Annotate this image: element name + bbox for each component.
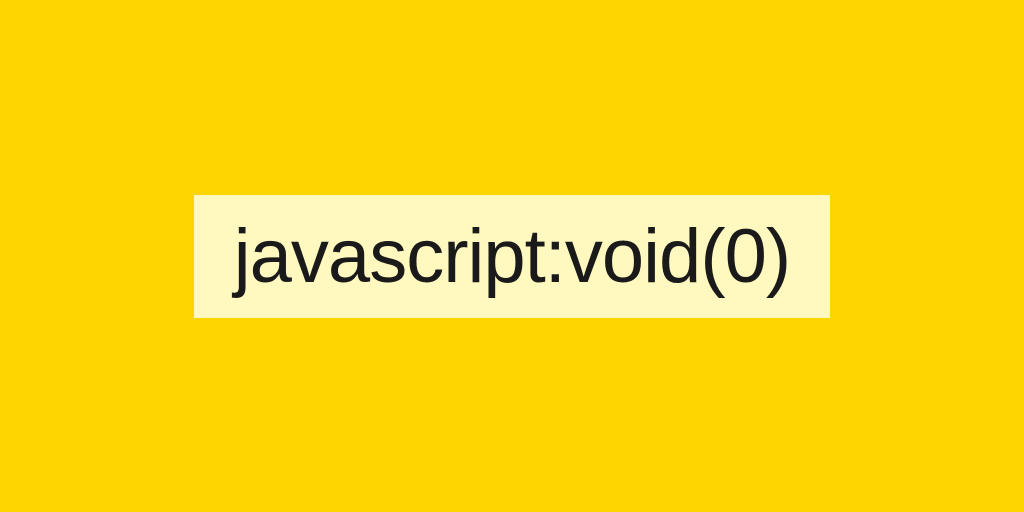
- banner-text: javascript:void(0): [234, 214, 790, 299]
- banner-container: javascript:void(0): [194, 195, 830, 318]
